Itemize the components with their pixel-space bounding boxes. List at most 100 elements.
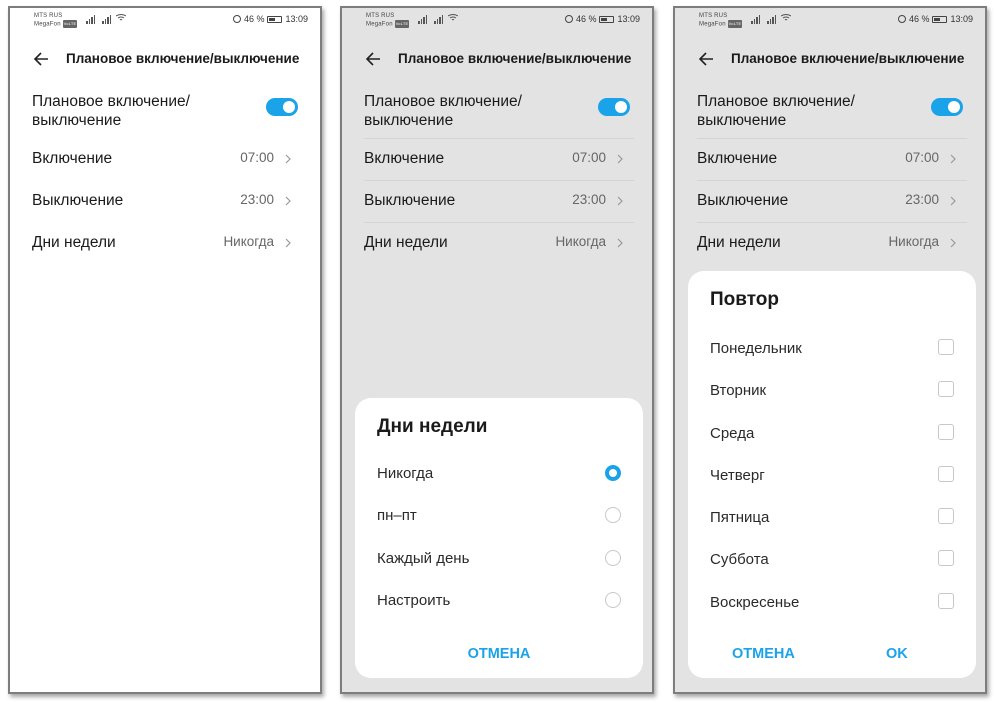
day-label: Пятница [710, 509, 770, 526]
phone-screen-settings: MTS RUS MegaFon VoLTE 46 % 13:09 Планово… [8, 6, 322, 694]
option-every-day[interactable]: Каждый день [377, 547, 621, 573]
schedule-toggle-switch[interactable] [931, 98, 963, 116]
day-label: Среда [710, 425, 755, 442]
power-off-row[interactable]: Выключение 23:00 [32, 192, 298, 216]
weekdays-value: Никогда [555, 234, 606, 249]
cancel-button[interactable]: ОТМЕНА [732, 646, 795, 662]
dialog-title: Повтор [710, 289, 779, 310]
alarm-icon [897, 15, 906, 23]
power-on-time: 07:00 [240, 150, 274, 165]
day-wednesday[interactable]: Среда [710, 422, 954, 448]
day-label: Вторник [710, 382, 767, 399]
option-never[interactable]: Никогда [377, 462, 621, 488]
day-saturday[interactable]: Суббота [710, 548, 954, 574]
chevron-right-icon [285, 196, 291, 206]
status-bar: MTS RUS MegaFon VoLTE 46 % 13:09 [675, 8, 985, 34]
option-custom[interactable]: Настроить [377, 589, 621, 615]
weekdays-value: Никогда [888, 234, 939, 249]
power-on-time: 07:00 [905, 150, 939, 165]
chevron-right-icon [285, 238, 291, 248]
carrier-name-1: MTS RUS [699, 13, 728, 19]
day-monday[interactable]: Понедельник [710, 337, 954, 363]
checkbox-icon[interactable] [938, 381, 954, 397]
status-bar: MTS RUS MegaFon VoLTE 46 % 13:09 [10, 8, 320, 34]
back-arrow-icon[interactable] [364, 49, 384, 69]
schedule-toggle-label: Плановое включение/ выключение [364, 93, 522, 129]
checkbox-icon[interactable] [938, 550, 954, 566]
radio-selected-icon[interactable] [605, 465, 621, 481]
divider [697, 222, 967, 223]
wifi-icon [448, 14, 458, 21]
weekdays-row[interactable]: Дни недели Никогда [697, 234, 963, 258]
divider [697, 138, 967, 139]
weekdays-value: Никогда [223, 234, 274, 249]
day-friday[interactable]: Пятница [710, 506, 954, 532]
volte-badge: VoLTE [727, 20, 743, 28]
checkbox-icon[interactable] [938, 339, 954, 355]
chevron-right-icon [950, 196, 956, 206]
option-weekdays[interactable]: пн–пт [377, 504, 621, 530]
power-on-row[interactable]: Включение 07:00 [697, 150, 963, 174]
schedule-toggle-switch[interactable] [266, 98, 298, 116]
signal-icon [86, 15, 95, 24]
weekdays-label: Дни недели [697, 234, 781, 251]
power-on-label: Включение [32, 150, 113, 167]
schedule-toggle-row[interactable]: Плановое включение/ выключение [32, 92, 298, 132]
power-on-row[interactable]: Включение 07:00 [364, 150, 630, 174]
day-sunday[interactable]: Воскресенье [710, 591, 954, 617]
signal-icon [102, 15, 111, 24]
radio-icon[interactable] [605, 550, 621, 566]
weekdays-row[interactable]: Дни недели Никогда [32, 234, 298, 258]
schedule-toggle-label: Плановое включение/ выключение [697, 93, 855, 129]
radio-icon[interactable] [605, 592, 621, 608]
clock: 13:09 [285, 14, 308, 24]
schedule-toggle-label: Плановое включение/ выключение [32, 93, 190, 129]
ok-button[interactable]: OK [886, 646, 908, 662]
weekdays-label: Дни недели [32, 234, 116, 251]
signal-icon [434, 15, 443, 24]
weekdays-dialog: Дни недели Никогда пн–пт Каждый день Нас… [355, 398, 643, 678]
carrier-name-2: MegaFon [699, 21, 726, 28]
cancel-button[interactable]: ОТМЕНА [355, 646, 643, 662]
schedule-toggle-row[interactable]: Плановое включение/ выключение [697, 92, 963, 132]
option-label: Никогда [377, 465, 434, 482]
power-off-label: Выключение [697, 192, 789, 209]
phone-screen-days-dialog: MTS RUS MegaFon VoLTE 46 % 13:09 Планово… [340, 6, 654, 694]
schedule-toggle-switch[interactable] [598, 98, 630, 116]
power-on-row[interactable]: Включение 07:00 [32, 150, 298, 174]
checkbox-icon[interactable] [938, 593, 954, 609]
status-bar: MTS RUS MegaFon VoLTE 46 % 13:09 [342, 8, 652, 34]
wifi-icon [781, 14, 791, 21]
power-off-label: Выключение [32, 192, 124, 209]
power-off-time: 23:00 [240, 192, 274, 207]
clock: 13:09 [950, 14, 973, 24]
back-arrow-icon[interactable] [32, 49, 52, 69]
page-title: Плановое включение/выключение [398, 51, 632, 66]
carrier-name-1: MTS RUS [34, 13, 63, 19]
phone-screen-repeat-dialog: MTS RUS MegaFon VoLTE 46 % 13:09 Планово… [673, 6, 987, 694]
chevron-right-icon [617, 196, 623, 206]
back-arrow-icon[interactable] [697, 49, 717, 69]
chevron-right-icon [285, 154, 291, 164]
power-off-row[interactable]: Выключение 23:00 [697, 192, 963, 216]
checkbox-icon[interactable] [938, 508, 954, 524]
day-label: Четверг [710, 467, 765, 484]
checkbox-icon[interactable] [938, 466, 954, 482]
carrier-name-2: MegaFon [34, 21, 61, 28]
radio-icon[interactable] [605, 507, 621, 523]
power-off-row[interactable]: Выключение 23:00 [364, 192, 630, 216]
day-tuesday[interactable]: Вторник [710, 379, 954, 405]
volte-badge: VoLTE [62, 20, 78, 28]
power-off-time: 23:00 [905, 192, 939, 207]
chevron-right-icon [950, 238, 956, 248]
day-label: Понедельник [710, 340, 802, 357]
day-thursday[interactable]: Четверг [710, 464, 954, 490]
wifi-icon [116, 14, 126, 21]
alarm-icon [232, 15, 241, 23]
carrier-name-1: MTS RUS [366, 13, 395, 19]
carrier-info: MTS RUS MegaFon VoLTE [366, 12, 410, 29]
schedule-toggle-row[interactable]: Плановое включение/ выключение [364, 92, 630, 132]
checkbox-icon[interactable] [938, 424, 954, 440]
day-label: Воскресенье [710, 594, 800, 611]
weekdays-row[interactable]: Дни недели Никогда [364, 234, 630, 258]
